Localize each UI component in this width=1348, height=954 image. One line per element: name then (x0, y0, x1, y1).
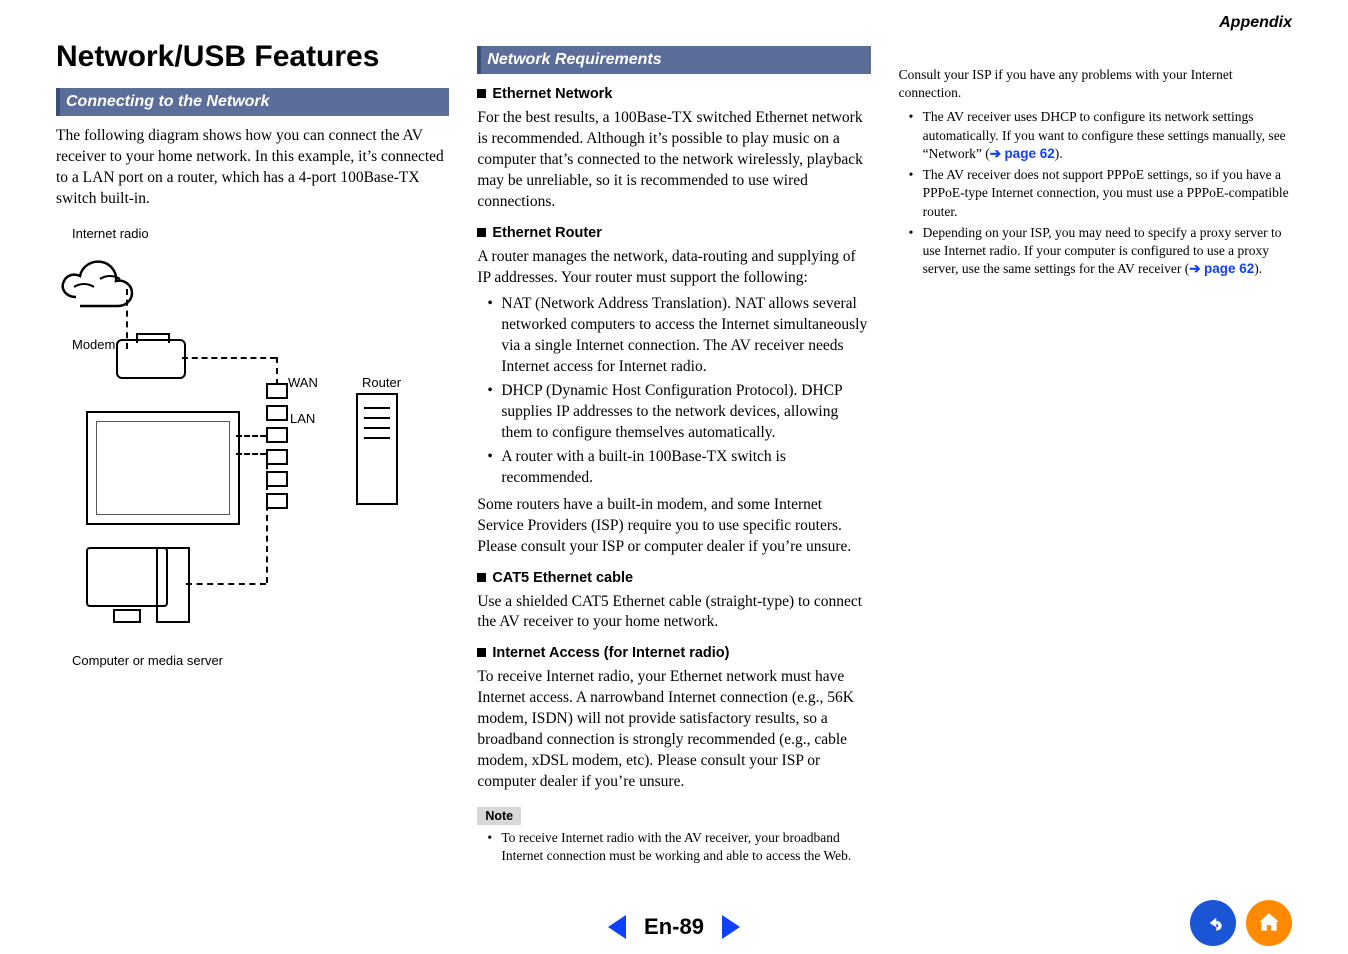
isp-consult-text: Consult your ISP if you have any problem… (899, 66, 1292, 102)
diagram-label-lan: LAN (290, 411, 315, 426)
av-receiver-icon (86, 411, 240, 525)
prev-page-button[interactable] (608, 915, 626, 939)
arrow-icon: ➔ (990, 146, 1005, 161)
page-62-link[interactable]: page 62 (1204, 261, 1254, 276)
note-item: The AV receiver uses DHCP to configure i… (913, 108, 1292, 163)
note-list: To receive Internet radio with the AV re… (477, 829, 870, 865)
heading-ethernet-network: Ethernet Network (477, 86, 870, 102)
page-62-link[interactable]: page 62 (1004, 146, 1054, 161)
appendix-label: Appendix (1219, 14, 1292, 32)
section-connecting: Connecting to the Network (56, 88, 449, 116)
ethernet-router-intro: A router manages the network, data-routi… (477, 247, 870, 289)
home-icon (1256, 910, 1282, 936)
connecting-intro: The following diagram shows how you can … (56, 126, 449, 210)
home-button[interactable] (1246, 900, 1292, 946)
back-button[interactable] (1190, 900, 1236, 946)
diagram-label-computer: Computer or media server (72, 653, 449, 668)
note-item: To receive Internet radio with the AV re… (491, 829, 870, 865)
router-icon (356, 393, 398, 505)
note-text: ). (1055, 146, 1063, 161)
router-requirements-list: NAT (Network Address Translation). NAT a… (477, 294, 870, 488)
heading-ethernet-router: Ethernet Router (477, 225, 870, 241)
modem-icon (116, 339, 186, 379)
diagram-label-wan: WAN (288, 375, 318, 390)
router-post-text: Some routers have a built-in modem, and … (477, 495, 870, 558)
tower-icon (156, 547, 190, 623)
heading-cat5: CAT5 Ethernet cable (477, 570, 870, 586)
internet-cloud-icon (56, 257, 146, 317)
router-ports-icon (266, 377, 288, 515)
note-label: Note (477, 807, 521, 825)
section-requirements: Network Requirements (477, 46, 870, 74)
note-item: The AV receiver does not support PPPoE s… (913, 166, 1292, 221)
diagram-label-router: Router (362, 375, 401, 390)
list-item: DHCP (Dynamic Host Configuration Protoco… (491, 381, 870, 444)
col3-notes: The AV receiver uses DHCP to configure i… (899, 108, 1292, 278)
cat5-text: Use a shielded CAT5 Ethernet cable (stra… (477, 592, 870, 634)
diagram-label-modem: Modem (72, 337, 115, 352)
back-arrow-icon (1200, 910, 1226, 936)
list-item: NAT (Network Address Translation). NAT a… (491, 294, 870, 378)
heading-internet-access: Internet Access (for Internet radio) (477, 645, 870, 661)
page-title: Network/USB Features (56, 40, 449, 74)
note-item: Depending on your ISP, you may need to s… (913, 224, 1292, 279)
note-text: The AV receiver uses DHCP to configure i… (923, 109, 1286, 160)
next-page-button[interactable] (722, 915, 740, 939)
diagram-label-internet-radio: Internet radio (72, 226, 449, 241)
arrow-icon: ➔ (1189, 261, 1204, 276)
ethernet-network-text: For the best results, a 100Base-TX switc… (477, 108, 870, 213)
list-item: A router with a built-in 100Base-TX swit… (491, 447, 870, 489)
note-text: ). (1254, 261, 1262, 276)
page-number: En-89 (644, 914, 704, 940)
network-diagram: Internet radio Modem WAN Router LAN (56, 226, 449, 668)
internet-access-text: To receive Internet radio, your Ethernet… (477, 667, 870, 793)
